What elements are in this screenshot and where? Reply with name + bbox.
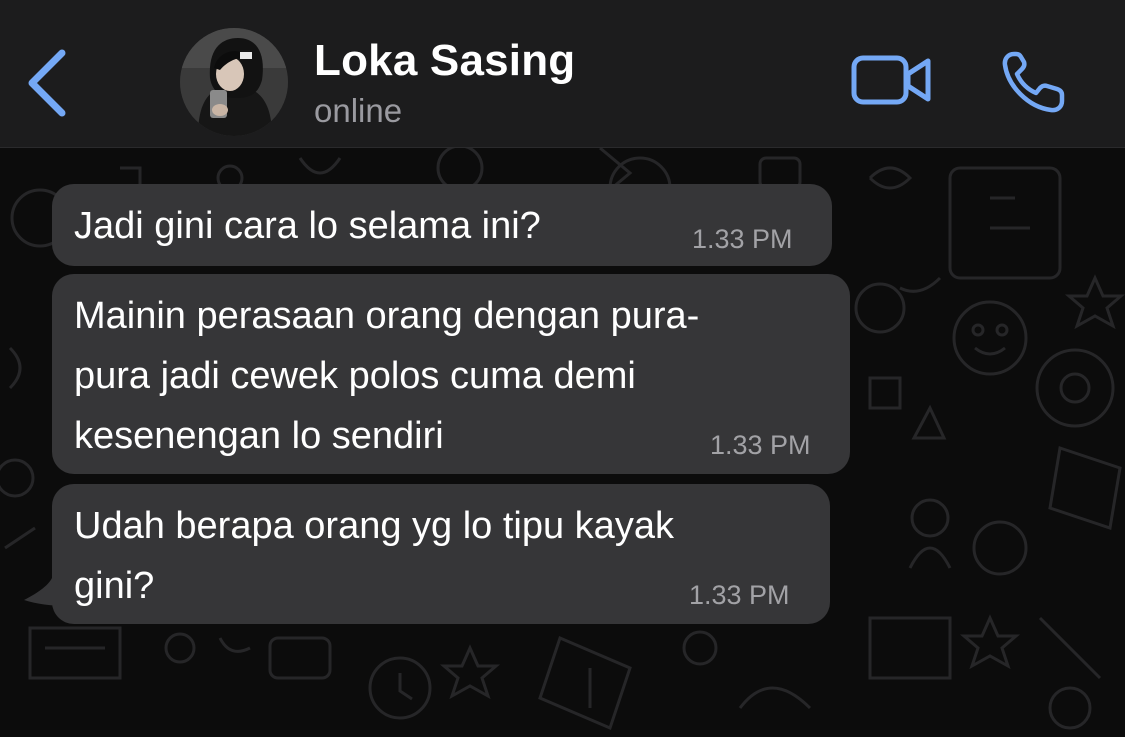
message-time: 1.33 PM xyxy=(710,430,811,460)
message-bubble[interactable]: Udah berapa orang yg lo tipu kayak gini?… xyxy=(52,484,830,624)
chat-area[interactable]: Jadi gini cara lo selama ini? 1.33 PM Ma… xyxy=(0,148,1125,737)
contact-avatar[interactable] xyxy=(180,28,288,136)
contact-name[interactable]: Loka Sasing xyxy=(314,36,575,86)
message-line: kesenengan lo sendiri xyxy=(74,415,444,457)
message-text: Udah berapa orang yg lo tipu kayak gini? xyxy=(74,496,674,616)
bubble-tail xyxy=(24,578,66,606)
message-text: Mainin perasaan orang dengan pura- pura … xyxy=(74,286,699,466)
chevron-left-icon xyxy=(28,49,66,117)
phone-icon xyxy=(1002,51,1065,113)
chat-header: Loka Sasing online xyxy=(0,0,1125,148)
message-time: 1.33 PM xyxy=(689,580,790,610)
message-line: gini? xyxy=(74,565,155,607)
video-camera-icon xyxy=(851,55,931,105)
message-line: Mainin perasaan orang dengan pura- xyxy=(74,295,700,337)
video-call-button[interactable] xyxy=(848,50,936,110)
avatar-photo xyxy=(180,28,288,136)
message-bubble[interactable]: Mainin perasaan orang dengan pura- pura … xyxy=(52,274,850,474)
message-line: Udah berapa orang yg lo tipu kayak xyxy=(74,505,674,547)
voice-call-button[interactable] xyxy=(996,46,1072,118)
contact-status: online xyxy=(314,92,403,129)
message-time: 1.33 PM xyxy=(692,224,793,254)
message-bubble[interactable]: Jadi gini cara lo selama ini? 1.33 PM xyxy=(52,184,832,266)
message-line: pura jadi cewek polos cuma demi xyxy=(74,355,636,397)
back-button[interactable] xyxy=(18,45,78,121)
message-text: Jadi gini cara lo selama ini? xyxy=(74,196,541,256)
message-line: Jadi gini cara lo selama ini? xyxy=(74,205,541,247)
